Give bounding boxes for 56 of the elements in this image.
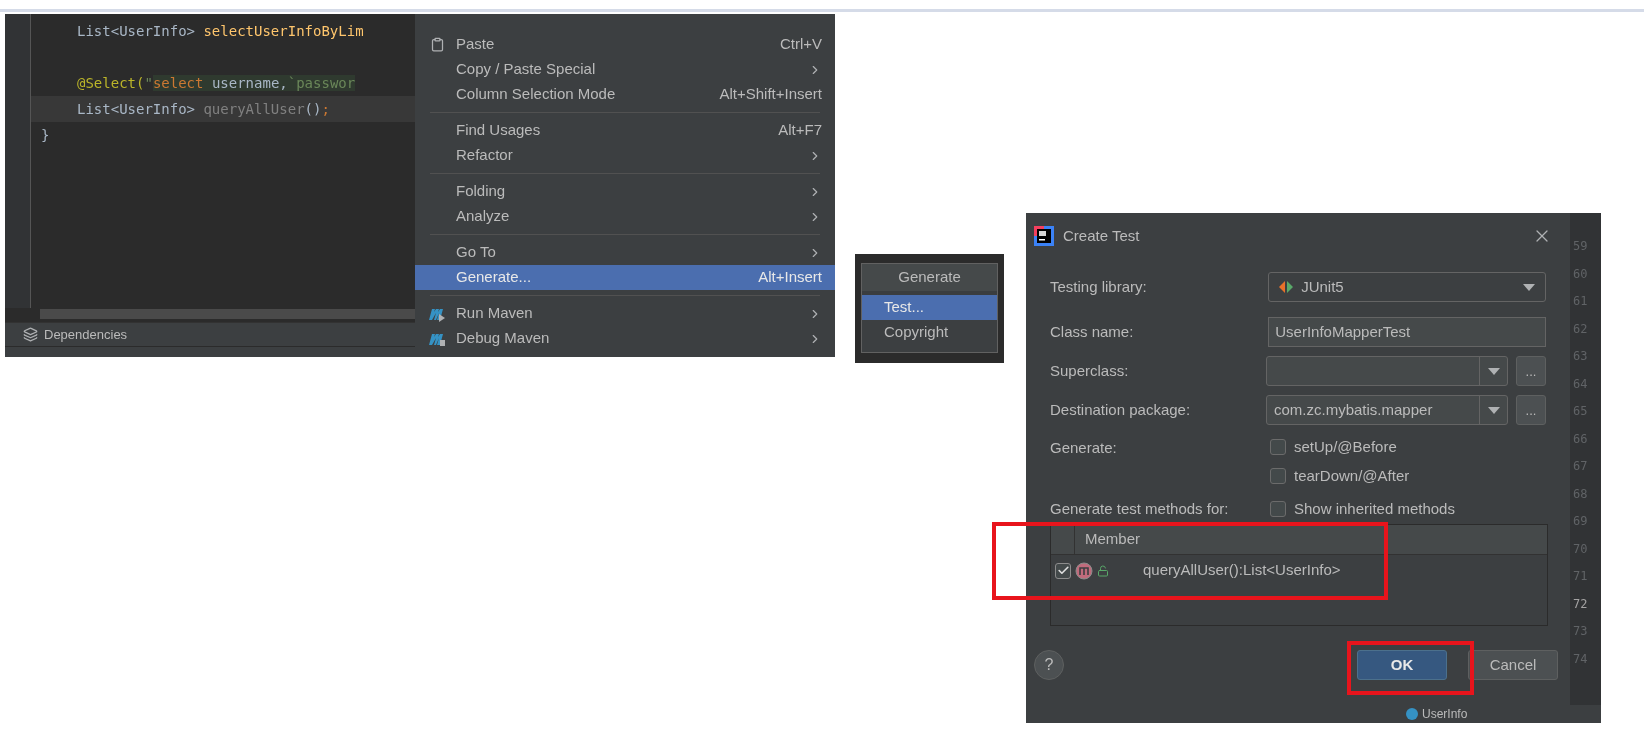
- checkbox-label: Show inherited methods: [1294, 498, 1455, 519]
- horizontal-scrollbar[interactable]: [40, 309, 415, 319]
- class-icon: [1406, 708, 1418, 720]
- file-tab[interactable]: UserInfo: [1422, 705, 1468, 723]
- field-label: Generate test methods for:: [1050, 498, 1230, 519]
- code-line: @Select("select username,`passwor: [76, 73, 356, 93]
- popup-item[interactable]: Test...: [862, 295, 997, 320]
- ok-button[interactable]: OK: [1357, 650, 1447, 680]
- menu-item[interactable]: Paste Ctrl+V: [415, 32, 835, 57]
- help-button[interactable]: ?: [1034, 650, 1064, 680]
- caret-icon: [1523, 283, 1535, 291]
- combo-box[interactable]: [1266, 356, 1508, 386]
- menu-item[interactable]: Find Usages Alt+F7: [415, 118, 835, 143]
- menu-item[interactable]: Debug Maven: [415, 326, 835, 351]
- dropdown[interactable]: JUnit5: [1268, 272, 1546, 302]
- app-logo-icon: [1034, 226, 1054, 246]
- caret-icon: [1487, 406, 1500, 414]
- menu-item[interactable]: Run Maven: [415, 301, 835, 326]
- combo-box[interactable]: com.zc.mybatis.mapper: [1266, 395, 1508, 425]
- tool-window-tab[interactable]: Dependencies: [44, 324, 128, 345]
- menu-item[interactable]: Refactor: [415, 143, 835, 168]
- browse-button[interactable]: ...: [1516, 395, 1546, 425]
- line-number: 72: [1572, 595, 1589, 613]
- unlock-icon: [1097, 564, 1109, 577]
- checkbox-label: setUp/@Before: [1294, 436, 1397, 457]
- popup-item[interactable]: Copyright: [862, 320, 997, 345]
- dialog-title: Create Test: [1063, 225, 1141, 246]
- input-field[interactable]: UserInfoMapperTest: [1268, 317, 1546, 347]
- menu-item[interactable]: Go To: [415, 240, 835, 265]
- field-label: Superclass:: [1050, 360, 1130, 381]
- checkbox[interactable]: [1055, 562, 1071, 579]
- method-icon: [1075, 561, 1093, 580]
- browse-button[interactable]: ...: [1516, 356, 1546, 386]
- menu-item[interactable]: Column Selection Mode Alt+Shift+Insert: [415, 82, 835, 107]
- field-label: Destination package:: [1050, 399, 1192, 420]
- menu-item[interactable]: Analyze: [415, 204, 835, 229]
- code-line: }: [41, 125, 50, 145]
- method-signature: queryAllUser():List<UserInfo>: [1143, 560, 1341, 581]
- checkbox[interactable]: [1270, 468, 1286, 484]
- checkbox[interactable]: [1270, 439, 1286, 455]
- code-line: List<UserInfo> selectUserInfoByLim: [76, 21, 364, 41]
- code-line: List<UserInfo> queryAllUser();: [76, 99, 330, 119]
- menu-item[interactable]: Copy / Paste Special: [415, 57, 835, 82]
- field-label: Generate:: [1050, 438, 1118, 457]
- field-label: Testing library:: [1050, 276, 1148, 297]
- checkbox[interactable]: [1270, 501, 1286, 517]
- junit-icon: [1279, 280, 1294, 294]
- layers-icon: [23, 327, 38, 342]
- column-header[interactable]: Member: [1075, 525, 1140, 554]
- clipboard-icon: [429, 37, 445, 52]
- checkbox-label: tearDown/@After: [1294, 465, 1410, 486]
- menu-item[interactable]: Generate... Alt+Insert: [415, 265, 835, 290]
- caret-icon: [1487, 367, 1500, 375]
- menu-item[interactable]: Folding: [415, 179, 835, 204]
- cancel-button[interactable]: Cancel: [1468, 650, 1558, 680]
- field-label: Class name:: [1050, 321, 1135, 342]
